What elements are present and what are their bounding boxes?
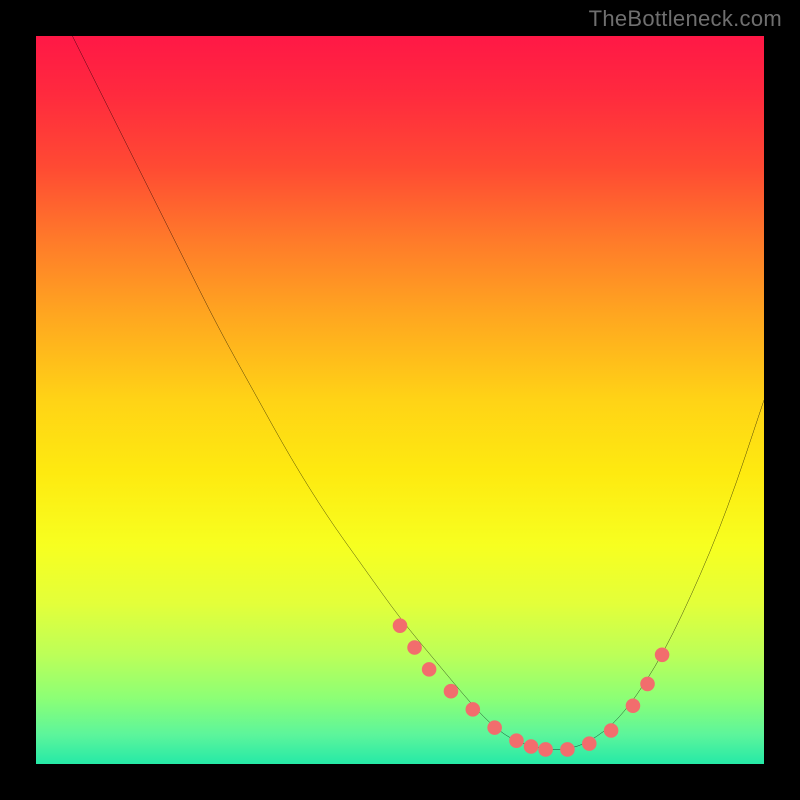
marker-dot <box>640 677 655 692</box>
marker-dot <box>655 648 670 663</box>
marker-dot <box>604 723 619 738</box>
marker-dot <box>582 736 597 751</box>
marker-dot <box>538 742 553 757</box>
marker-dot <box>407 640 422 655</box>
marker-dot <box>422 662 437 677</box>
marker-dot <box>626 698 641 713</box>
marker-dot <box>524 739 539 754</box>
curve-svg <box>36 36 764 764</box>
marker-dot <box>466 702 481 717</box>
chart-frame: TheBottleneck.com <box>0 0 800 800</box>
plot-area <box>36 36 764 764</box>
marker-group <box>393 618 670 756</box>
marker-dot <box>393 618 408 633</box>
watermark-text: TheBottleneck.com <box>589 6 782 32</box>
marker-dot <box>444 684 459 699</box>
marker-dot <box>509 733 524 748</box>
marker-dot <box>487 720 502 735</box>
marker-dot <box>560 742 575 757</box>
